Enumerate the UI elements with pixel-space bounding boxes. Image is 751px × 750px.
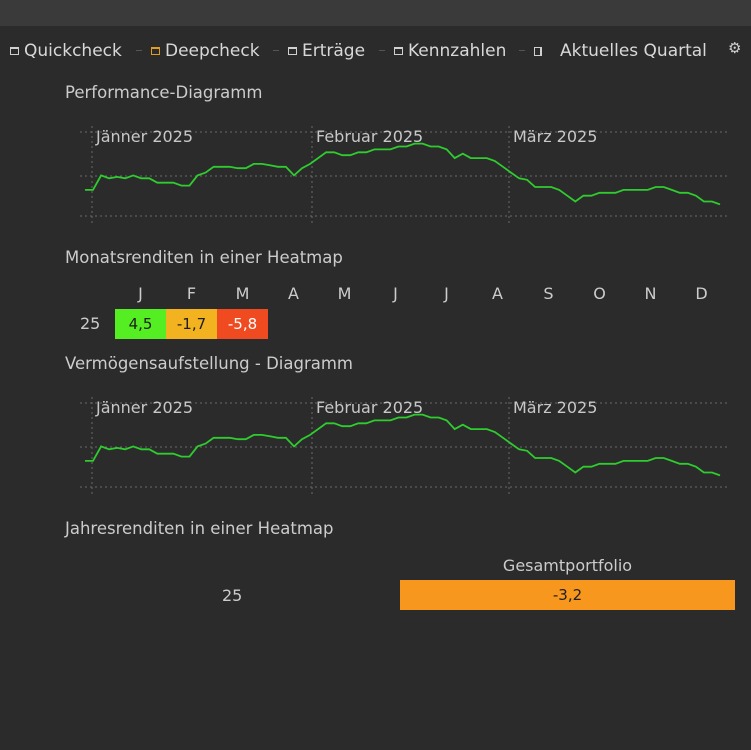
tab-deepcheck[interactable]: Deepcheck [136, 40, 260, 62]
month-label: März 2025 [513, 127, 597, 146]
tab-quickcheck[interactable]: Quickcheck [10, 40, 122, 62]
tab-label: Erträge [302, 41, 366, 61]
month-label: Jänner 2025 [95, 127, 193, 146]
asset-allocation-chart: Jänner 2025 Februar 2025 März 2025 [80, 397, 728, 495]
heatmap-row-label: 25 [80, 314, 101, 333]
heatmap-column-header: M [337, 284, 352, 303]
heatmap-cell: -5,8 [217, 309, 268, 339]
portfolio-return-cell: -3,2 [400, 580, 735, 610]
tab-ertraege[interactable]: Erträge [273, 40, 366, 62]
window-icon [394, 47, 403, 55]
heatmap-column-header: O [593, 284, 606, 303]
portfolio-header: Gesamtportfolio [502, 556, 633, 575]
document-icon [534, 46, 542, 56]
tab-label: Kennzahlen [408, 41, 507, 61]
heatmap-column-header: J [393, 284, 398, 303]
series-line [85, 413, 721, 477]
title-bar [0, 0, 751, 26]
heatmap-column-header: D [695, 284, 708, 303]
window-icon [288, 47, 297, 55]
gear-icon[interactable]: ⚙ [728, 39, 741, 57]
month-label: Jänner 2025 [95, 398, 193, 417]
performance-title: Performance-Diagramm [65, 83, 263, 102]
window-icon [10, 47, 19, 55]
heatmap-cell: -1,7 [166, 309, 217, 339]
heatmap-column-header: A [492, 284, 503, 303]
heatmap-column-header: J [138, 284, 143, 303]
tab-aktuelles-quartal[interactable]: Aktuelles Quartal [519, 40, 707, 62]
heatmap-column-header: M [235, 284, 250, 303]
heatmap-cell: 4,5 [115, 309, 166, 339]
window-icon [151, 47, 160, 55]
year-label: 25 [222, 586, 243, 605]
month-label: Februar 2025 [316, 127, 423, 146]
heatmap-column-header: S [543, 284, 554, 303]
monthly-heatmap-title: Monatsrenditen in einer Heatmap [65, 248, 343, 267]
heatmap-column-header: F [186, 284, 197, 303]
tab-label: Deepcheck [165, 41, 260, 61]
month-label: Februar 2025 [316, 398, 423, 417]
heatmap-column-header: N [644, 284, 657, 303]
series-line [85, 142, 721, 206]
heatmap-column-header: J [444, 284, 449, 303]
tab-kennzahlen[interactable]: Kennzahlen [379, 40, 507, 62]
tab-bar: Quickcheck Deepcheck Erträge Kennzahlen … [0, 26, 751, 76]
heatmap-column-header: A [288, 284, 299, 303]
asset-allocation-title: Vermögensaufstellung - Diagramm [65, 354, 354, 373]
month-label: März 2025 [513, 398, 597, 417]
performance-chart: Jänner 2025 Februar 2025 März 2025 [80, 126, 728, 224]
tab-label: Quickcheck [24, 41, 122, 61]
tab-label: Aktuelles Quartal [560, 41, 707, 61]
yearly-heatmap-title: Jahresrenditen in einer Heatmap [65, 519, 334, 538]
